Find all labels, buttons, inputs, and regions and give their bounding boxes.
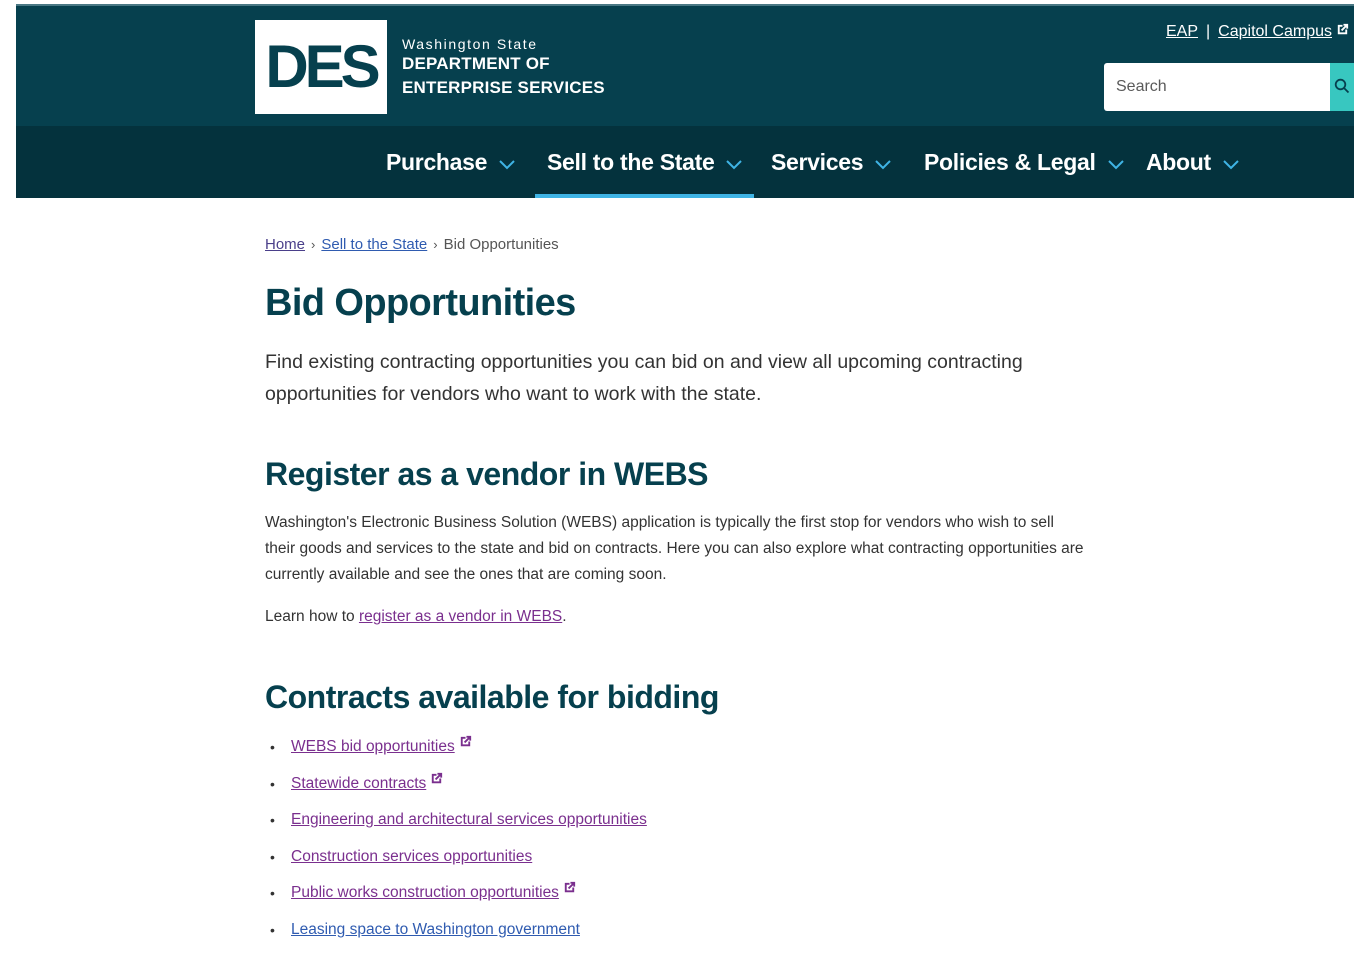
page: DES Washington State DEPARTMENT OF ENTER…: [0, 0, 1368, 938]
page-intro: Find existing contracting opportunities …: [265, 346, 1025, 410]
external-link-icon: [562, 880, 577, 900]
search-button[interactable]: [1330, 63, 1354, 111]
bullet-icon: •: [270, 807, 291, 833]
agency-state: Washington State: [402, 36, 605, 52]
list-item: • Leasing space to Washington government: [270, 917, 647, 953]
chevron-down-icon: [726, 149, 742, 176]
utility-links: EAP | Capitol Campus: [1166, 22, 1350, 42]
main-nav: Purchase Sell to the State Services Poli…: [16, 126, 1354, 198]
register-webs-link[interactable]: register as a vendor in WEBS: [359, 608, 562, 625]
site-header: DES Washington State DEPARTMENT OF ENTER…: [16, 6, 1354, 126]
nav-policies-label: Policies & Legal: [924, 149, 1096, 176]
statewide-contracts-link[interactable]: Statewide contracts: [291, 771, 426, 797]
construction-services-link[interactable]: Construction services opportunities: [291, 844, 532, 870]
nav-services-label: Services: [771, 149, 863, 176]
agency-line-2: ENTERPRISE SERVICES: [402, 76, 605, 100]
register-learn-paragraph: Learn how to register as a vendor in WEB…: [265, 604, 1085, 630]
chevron-down-icon: [875, 149, 891, 176]
list-item: • Engineering and architectural services…: [270, 807, 647, 844]
bullet-icon: •: [270, 734, 291, 760]
search-bar: [1104, 63, 1354, 111]
nav-sell-to-the-state[interactable]: Sell to the State: [547, 126, 742, 198]
breadcrumb: Home › Sell to the State › Bid Opportuni…: [265, 236, 559, 253]
contracts-list: • WEBS bid opportunities • Statewide con…: [270, 734, 647, 953]
nav-purchase[interactable]: Purchase: [386, 126, 515, 198]
learn-prefix: Learn how to: [265, 608, 359, 625]
search-input[interactable]: [1104, 63, 1330, 111]
register-body: Washington's Electronic Business Solutio…: [265, 510, 1085, 588]
eap-link[interactable]: EAP: [1166, 23, 1198, 41]
list-item: • Construction services opportunities: [270, 844, 647, 881]
breadcrumb-separator-icon: ›: [433, 237, 437, 252]
logo-text: DES: [265, 37, 376, 97]
external-link-icon: [429, 771, 444, 791]
webs-bid-opportunities-link[interactable]: WEBS bid opportunities: [291, 734, 455, 760]
nav-purchase-label: Purchase: [386, 149, 487, 176]
nav-about[interactable]: About: [1146, 126, 1239, 198]
breadcrumb-current: Bid Opportunities: [444, 236, 559, 253]
chevron-down-icon: [499, 149, 515, 176]
list-item: • Public works construction opportunitie…: [270, 880, 647, 917]
nav-services[interactable]: Services: [771, 126, 891, 198]
search-icon: [1334, 78, 1350, 97]
des-logo[interactable]: DES: [255, 20, 387, 114]
capitol-campus-label: Capitol Campus: [1218, 23, 1332, 40]
chevron-down-icon: [1108, 149, 1124, 176]
register-heading: Register as a vendor in WEBS: [265, 456, 708, 493]
list-item: • WEBS bid opportunities: [270, 734, 647, 771]
nav-policies-legal[interactable]: Policies & Legal: [924, 126, 1124, 198]
list-item: • Statewide contracts: [270, 771, 647, 808]
agency-name[interactable]: Washington State DEPARTMENT OF ENTERPRIS…: [402, 36, 605, 100]
leasing-space-link[interactable]: Leasing space to Washington government: [291, 917, 580, 943]
nav-sell-label: Sell to the State: [547, 149, 714, 176]
bullet-icon: •: [270, 844, 291, 870]
bullet-icon: •: [270, 917, 291, 943]
external-link-icon: [1335, 22, 1350, 42]
breadcrumb-home[interactable]: Home: [265, 236, 305, 253]
learn-suffix: .: [562, 608, 566, 625]
bullet-icon: •: [270, 771, 291, 797]
public-works-link[interactable]: Public works construction opportunities: [291, 880, 559, 906]
agency-line-1: DEPARTMENT OF: [402, 52, 605, 76]
utility-separator: |: [1206, 23, 1210, 41]
breadcrumb-sell-to-the-state[interactable]: Sell to the State: [321, 236, 427, 253]
nav-about-label: About: [1146, 149, 1211, 176]
external-link-icon: [458, 734, 473, 754]
bullet-icon: •: [270, 880, 291, 906]
page-title: Bid Opportunities: [265, 282, 576, 325]
contracts-heading: Contracts available for bidding: [265, 679, 719, 716]
engineering-opportunities-link[interactable]: Engineering and architectural services o…: [291, 807, 647, 833]
breadcrumb-separator-icon: ›: [311, 237, 315, 252]
chevron-down-icon: [1223, 149, 1239, 176]
capitol-campus-link[interactable]: Capitol Campus: [1218, 23, 1332, 41]
